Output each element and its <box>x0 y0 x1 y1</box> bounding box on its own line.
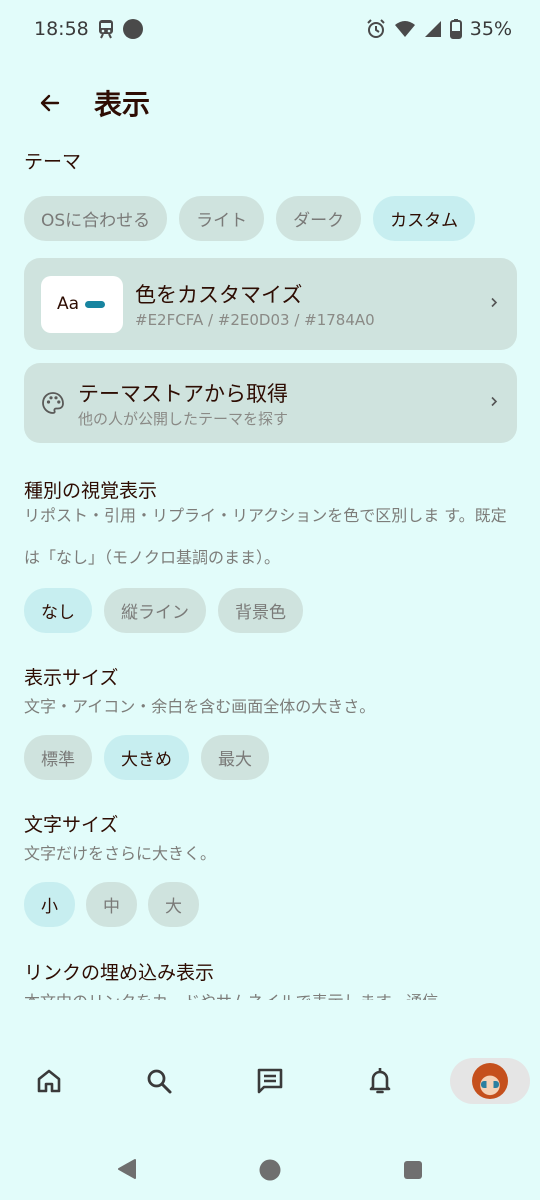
display-size-title: 表示サイズ <box>24 667 119 689</box>
preview-text: Aa <box>57 294 80 314</box>
nav-profile[interactable] <box>450 1058 530 1104</box>
theme-options: OSに合わせる ライト ダーク カスタム <box>24 196 517 241</box>
notifications-icon <box>369 1068 391 1094</box>
system-recents-button[interactable] <box>403 1160 423 1184</box>
alarm-icon <box>366 19 386 39</box>
preview-accent-bar <box>85 300 106 308</box>
nav-home[interactable] <box>35 1067 63 1095</box>
display-size-option-large[interactable]: 大きめ <box>104 735 189 780</box>
type-visual-options: なし 縦ライン 背景色 <box>24 588 517 633</box>
battery-icon <box>449 19 462 39</box>
nav-notifications[interactable] <box>366 1066 394 1096</box>
theme-option-os[interactable]: OSに合わせる <box>24 196 168 241</box>
circle-icon <box>122 19 143 39</box>
font-size-option-medium[interactable]: 中 <box>86 882 137 927</box>
nav-search[interactable] <box>145 1067 173 1095</box>
theme-store-title: テーマストアから取得 <box>78 381 288 406</box>
customize-colors-card[interactable]: Aa 色をカスタマイズ #E2FCFA / #2E0D03 / #1784A0 <box>24 258 517 350</box>
status-time: 18:58 <box>34 18 89 40</box>
battery-percent: 35% <box>469 18 512 40</box>
customize-colors: #E2FCFA / #2E0D03 / #1784A0 <box>135 311 375 329</box>
theme-store-text: テーマストアから取得 他の人が公開したテーマを探す <box>78 378 288 429</box>
link-embed-desc: 本文中のリンクをカードやサムネイルで表示します。通信 <box>24 989 517 1000</box>
theme-store-subtitle: 他の人が公開したテーマを探す <box>78 409 289 428</box>
type-visual-option-background[interactable]: 背景色 <box>218 588 303 633</box>
system-back-button[interactable] <box>117 1158 137 1184</box>
display-size-option-standard[interactable]: 標準 <box>24 735 92 780</box>
search-icon <box>147 1069 172 1094</box>
chevron-right-icon <box>489 394 499 413</box>
messages-icon <box>257 1068 283 1094</box>
avatar <box>472 1063 508 1099</box>
nav-messages[interactable] <box>255 1066 285 1096</box>
home-icon <box>37 1069 61 1093</box>
status-right: 35% <box>366 18 512 40</box>
status-left: 18:58 <box>34 18 143 40</box>
customize-title: 色をカスタマイズ <box>135 283 303 307</box>
theme-option-light[interactable]: ライト <box>179 196 265 241</box>
font-size-title: 文字サイズ <box>24 814 119 836</box>
status-bar: 18:58 35% <box>0 0 540 58</box>
settings-content[interactable]: テーマ OSに合わせる ライト ダーク カスタム Aa 色をカスタマイズ #E2… <box>24 145 517 1000</box>
display-size-option-max[interactable]: 最大 <box>201 735 269 780</box>
back-button[interactable] <box>24 80 80 126</box>
theme-store-card[interactable]: テーマストアから取得 他の人が公開したテーマを探す <box>24 363 517 443</box>
theme-section-title: テーマ <box>24 151 82 173</box>
palette-icon <box>40 390 66 416</box>
header: 表示 <box>24 80 150 126</box>
circle-home-icon <box>259 1159 281 1181</box>
theme-option-custom[interactable]: カスタム <box>373 196 476 241</box>
theme-option-dark[interactable]: ダーク <box>276 196 362 241</box>
arrow-left-icon <box>40 94 60 112</box>
display-size-desc: 文字・アイコン・余白を含む画面全体の大きさ。 <box>24 697 376 716</box>
bottom-navigation <box>0 1048 540 1114</box>
theme-preview: Aa <box>41 275 123 333</box>
wifi-icon <box>394 20 416 38</box>
font-size-desc: 文字だけをさらに大きく。 <box>24 844 217 863</box>
font-size-option-large[interactable]: 大 <box>148 882 199 927</box>
type-visual-desc: リポスト・引用・リプライ・リアクションを色で区別しま す。既定は「なし」（モノク… <box>24 506 507 567</box>
type-visual-option-none[interactable]: なし <box>24 588 92 633</box>
signal-icon <box>424 20 442 38</box>
page-title: 表示 <box>94 88 151 121</box>
link-embed-title: リンクの埋め込み表示 <box>24 962 215 984</box>
system-navigation <box>0 1140 540 1200</box>
type-visual-option-vertical-line[interactable]: 縦ライン <box>104 588 206 633</box>
triangle-back-icon <box>118 1159 136 1179</box>
square-recents-icon <box>404 1161 422 1179</box>
chevron-right-icon <box>489 295 499 314</box>
system-home-button[interactable] <box>258 1158 282 1186</box>
font-size-options: 小 中 大 <box>24 882 517 927</box>
customize-text: 色をカスタマイズ #E2FCFA / #2E0D03 / #1784A0 <box>135 279 375 329</box>
font-size-option-small[interactable]: 小 <box>24 882 75 927</box>
display-size-options: 標準 大きめ 最大 <box>24 735 517 780</box>
train-icon <box>97 19 115 39</box>
